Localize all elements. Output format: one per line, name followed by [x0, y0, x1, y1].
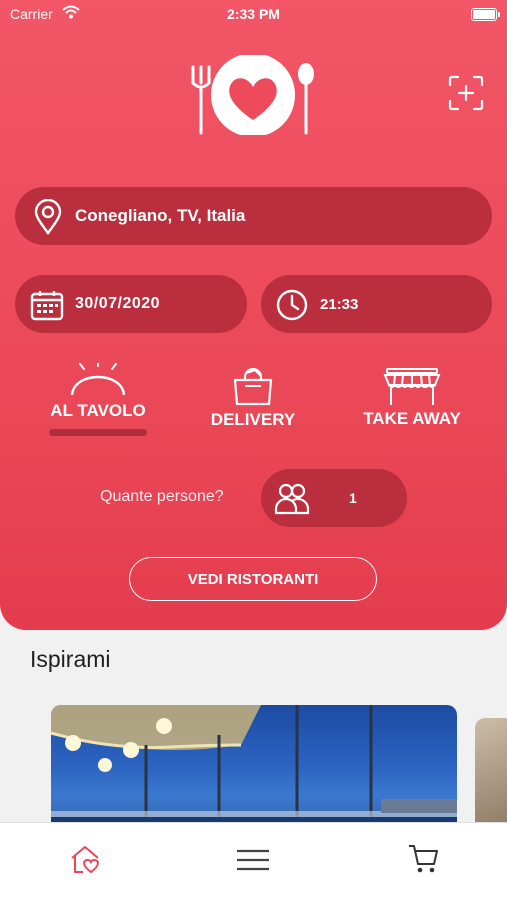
mode-label: AL TAVOLO	[50, 401, 146, 420]
status-bar: Carrier 2:33 PM	[0, 0, 507, 30]
inspiration-card[interactable]	[51, 705, 457, 835]
menu-icon[interactable]	[237, 849, 269, 871]
section-title: Ispirami	[30, 646, 111, 672]
date-value: 30/07/2020	[75, 295, 161, 312]
clock-icon	[276, 289, 308, 321]
bag-icon	[233, 368, 273, 406]
tab-bar	[0, 822, 507, 901]
home-heart-icon[interactable]	[69, 843, 101, 875]
calendar-icon	[30, 291, 64, 321]
inspiration-card-next[interactable]	[475, 718, 507, 838]
hero-panel: Carrier 2:33 PM Conegliano, TV, Italia 3…	[0, 0, 507, 630]
table-dome-icon	[70, 363, 126, 396]
mode-delivery[interactable]: DELIVERY	[193, 368, 313, 430]
mode-label: DELIVERY	[210, 410, 296, 429]
restaurant-terrace-image	[51, 705, 457, 835]
battery-icon	[471, 8, 500, 21]
status-time: 2:33 PM	[227, 6, 280, 22]
location-value: Conegliano, TV, Italia	[75, 206, 246, 225]
see-restaurants-button[interactable]: VEDI RISTORANTI	[129, 557, 377, 601]
map-pin-icon	[34, 199, 62, 235]
add-photo-button[interactable]	[447, 74, 485, 112]
selected-indicator	[49, 429, 147, 436]
mode-al-tavolo[interactable]: AL TAVOLO	[38, 363, 158, 436]
mode-label: TAKE AWAY	[363, 409, 461, 428]
persons-selector[interactable]: 1	[261, 469, 407, 527]
cart-icon[interactable]	[408, 843, 438, 875]
location-field[interactable]: Conegliano, TV, Italia	[15, 187, 492, 245]
people-icon	[274, 483, 310, 515]
mode-take-away[interactable]: TAKE AWAY	[352, 367, 472, 429]
persons-question: Quante persone?	[100, 488, 224, 505]
time-value: 21:33	[320, 296, 359, 313]
persons-count: 1	[349, 490, 357, 506]
date-field[interactable]: 30/07/2020	[15, 275, 247, 333]
awning-icon	[383, 368, 441, 405]
app-logo-icon	[191, 55, 314, 135]
time-field[interactable]: 21:33	[261, 275, 492, 333]
